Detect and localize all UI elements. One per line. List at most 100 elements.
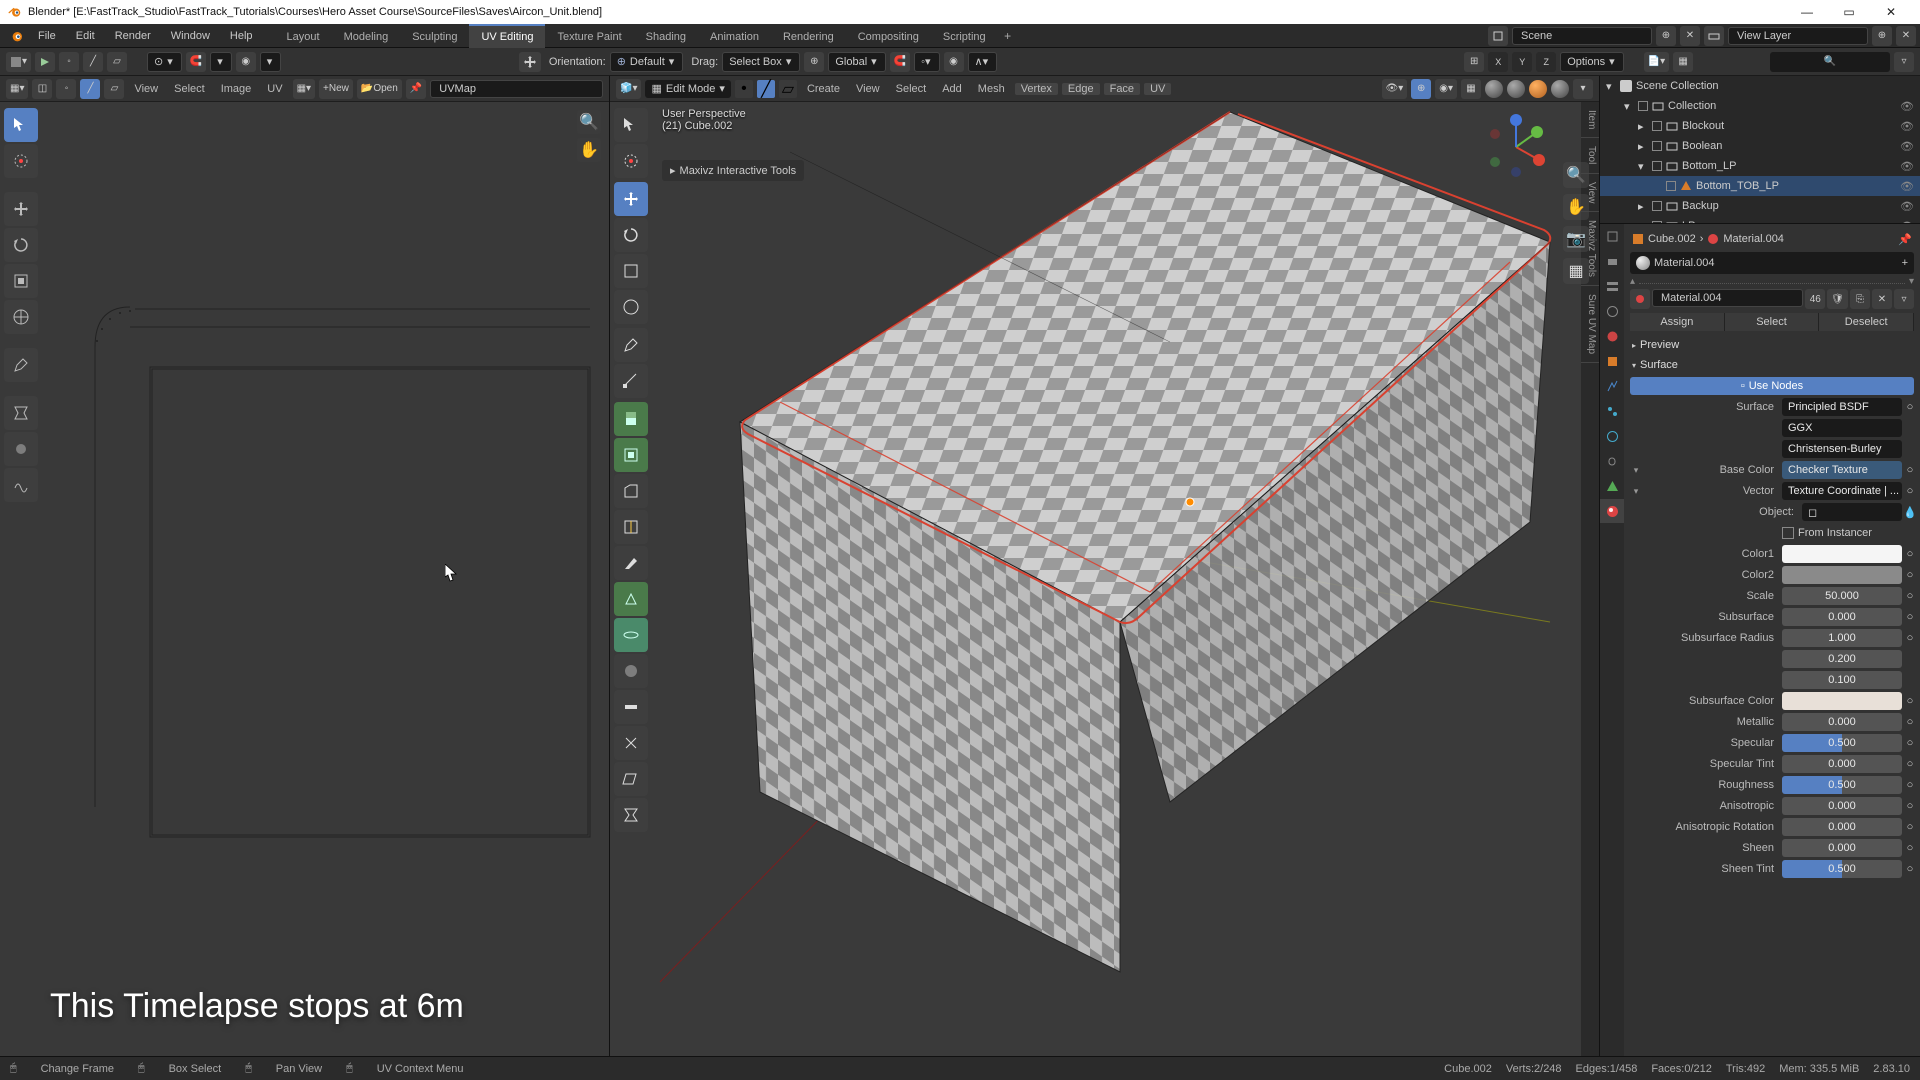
scene-browse-icon[interactable] (1488, 26, 1508, 46)
uvmap-name[interactable]: UVMap (430, 80, 603, 98)
vp-menu-view[interactable]: View (850, 83, 886, 95)
outliner-item[interactable]: ▸Boolean👁 (1600, 136, 1920, 156)
vp-canvas[interactable]: User Perspective (21) Cube.002 ▸ Maxivz … (610, 102, 1599, 1056)
ptab-scene[interactable] (1600, 299, 1624, 323)
vp-shading-rendered[interactable] (1551, 80, 1569, 98)
menu-window[interactable]: Window (161, 24, 220, 48)
uv-canvas[interactable]: 🔍 ✋ This Timelapse stops at 6m (0, 102, 609, 1056)
outliner-item[interactable]: ▾Collection👁 (1600, 96, 1920, 116)
viewlayer-browse-icon[interactable] (1704, 26, 1724, 46)
vp-tool-polybuild[interactable] (614, 582, 648, 616)
material-browse-icon[interactable] (1630, 289, 1650, 309)
proportional-dropdown[interactable]: ▾ (260, 52, 282, 72)
uv-pan-icon[interactable]: ✋ (577, 138, 601, 162)
vp-sidetab-sureuv[interactable]: Sure UV Map (1581, 286, 1599, 363)
prop2-toggle[interactable]: ◉ (944, 52, 964, 72)
snap-dropdown[interactable]: ▾ (210, 52, 232, 72)
panel-preview[interactable]: ▸Preview (1630, 335, 1914, 355)
vp-tool-transform[interactable] (614, 290, 648, 324)
sss-method-dropdown[interactable]: Christensen-Burley (1782, 440, 1902, 458)
sheen-tint-field[interactable]: 0.500 (1782, 860, 1902, 878)
distribution-dropdown[interactable]: GGX (1782, 419, 1902, 437)
material-unlink-icon[interactable]: ✕ (1872, 289, 1892, 309)
uv-pin-icon[interactable]: 📌 (406, 79, 426, 99)
vp-vert-mode[interactable]: • (735, 80, 753, 98)
vp-tool-spin[interactable] (614, 618, 648, 652)
tab-rendering[interactable]: Rendering (771, 24, 846, 48)
use-nodes-button[interactable]: ▫Use Nodes (1630, 377, 1914, 395)
vp-shading-wire[interactable] (1485, 80, 1503, 98)
vp-menu-face[interactable]: Face (1104, 83, 1140, 95)
vp-tool-knife[interactable] (614, 546, 648, 580)
ptab-physics[interactable] (1600, 424, 1624, 448)
tab-modeling[interactable]: Modeling (332, 24, 401, 48)
tab-animation[interactable]: Animation (698, 24, 771, 48)
play-icon[interactable] (40, 57, 50, 67)
vp-face-mode[interactable]: ▱ (779, 80, 797, 98)
vp-tool-select[interactable] (614, 108, 648, 142)
vp-menu-create[interactable]: Create (801, 83, 846, 95)
material-fake-user-icon[interactable]: 🛡 (1827, 289, 1848, 309)
vp-tool-move[interactable] (614, 182, 648, 216)
color1-swatch[interactable] (1782, 545, 1902, 563)
vp-tool-annotate[interactable] (614, 328, 648, 362)
ptab-world[interactable] (1600, 324, 1624, 348)
vp-visibility-icon[interactable]: 👁▾ (1382, 79, 1408, 99)
vp-tool-extrude[interactable] (614, 402, 648, 436)
scene-input[interactable] (1512, 27, 1652, 45)
uv-tool-grab[interactable] (4, 432, 38, 466)
ssr-field-2[interactable]: 0.200 (1782, 650, 1902, 668)
uv-tool-relax[interactable] (4, 468, 38, 502)
vp-tool-measure[interactable] (614, 364, 648, 398)
minimize-button[interactable]: — (1786, 0, 1828, 24)
uv-tool-select-box[interactable] (4, 108, 38, 142)
ssr-field-1[interactable]: 1.000 (1782, 629, 1902, 647)
vp-edge-mode[interactable]: ╱ (757, 80, 775, 98)
orientation-dropdown[interactable]: ⊕Default▾ (610, 52, 684, 72)
menu-render[interactable]: Render (105, 24, 161, 48)
outliner-filter-icon[interactable]: ▦ (1673, 52, 1693, 72)
vp-menu-add[interactable]: Add (936, 83, 968, 95)
material-assign-button[interactable]: Assign (1630, 313, 1725, 331)
drag-dropdown[interactable]: Select Box▾ (722, 52, 800, 72)
vector-dropdown[interactable]: Texture Coordinate | ... (1782, 482, 1902, 500)
uv-menu-image[interactable]: Image (215, 83, 258, 95)
outliner-scene-collection[interactable]: ▾ Scene Collection (1600, 76, 1920, 96)
uv-menu-select[interactable]: Select (168, 83, 211, 95)
vp-tool-bevel[interactable] (614, 474, 648, 508)
outliner-item[interactable]: ▸Backup👁 (1600, 196, 1920, 216)
vp-pan-icon[interactable]: ✋ (1563, 194, 1589, 220)
viewlayer-new-icon[interactable]: ⊕ (1872, 26, 1892, 46)
ptab-modifier[interactable] (1600, 374, 1624, 398)
vp-menu-mesh[interactable]: Mesh (972, 83, 1011, 95)
uv-tool-transform[interactable] (4, 300, 38, 334)
vp-menu-uv[interactable]: UV (1144, 83, 1171, 95)
vp-tool-edgeslide[interactable] (614, 690, 648, 724)
material-nodetree-icon[interactable]: ▿ (1894, 289, 1914, 309)
tab-texture-paint[interactable]: Texture Paint (545, 24, 633, 48)
anisorot-field[interactable]: 0.000 (1782, 818, 1902, 836)
scene-new-icon[interactable]: ⊕ (1656, 26, 1676, 46)
vp-editor-type-icon[interactable]: 🧊▾ (616, 79, 641, 99)
menu-edit[interactable]: Edit (66, 24, 105, 48)
vp-last-op-panel[interactable]: ▸ Maxivz Interactive Tools (662, 160, 804, 181)
ptab-output[interactable] (1600, 249, 1624, 273)
uv-tool-rotate[interactable] (4, 228, 38, 262)
xray-x[interactable]: X (1488, 52, 1508, 72)
uv-tool-rip[interactable] (4, 396, 38, 430)
editor-type-popover[interactable]: ▾ (6, 52, 31, 72)
uv-tool-cursor[interactable] (4, 144, 38, 178)
slot-menu-icon[interactable]: ▾ (1909, 276, 1914, 287)
subsurface-color-swatch[interactable] (1782, 692, 1902, 710)
uv-image-browse-icon[interactable]: ▦▾ (293, 79, 315, 99)
uv-zoom-icon[interactable]: 🔍 (577, 110, 601, 134)
vp-shading-solid[interactable] (1507, 80, 1525, 98)
object-field[interactable]: ◻ (1802, 503, 1902, 521)
pin-icon[interactable]: 📌 (1898, 233, 1912, 246)
roughness-field[interactable]: 0.500 (1782, 776, 1902, 794)
ptab-object[interactable] (1600, 349, 1624, 373)
surface-shader-dropdown[interactable]: Principled BSDF (1782, 398, 1902, 416)
material-select-button[interactable]: Select (1725, 313, 1820, 331)
vp-tool-rotate[interactable] (614, 218, 648, 252)
viewlayer-delete-icon[interactable]: ✕ (1896, 26, 1916, 46)
